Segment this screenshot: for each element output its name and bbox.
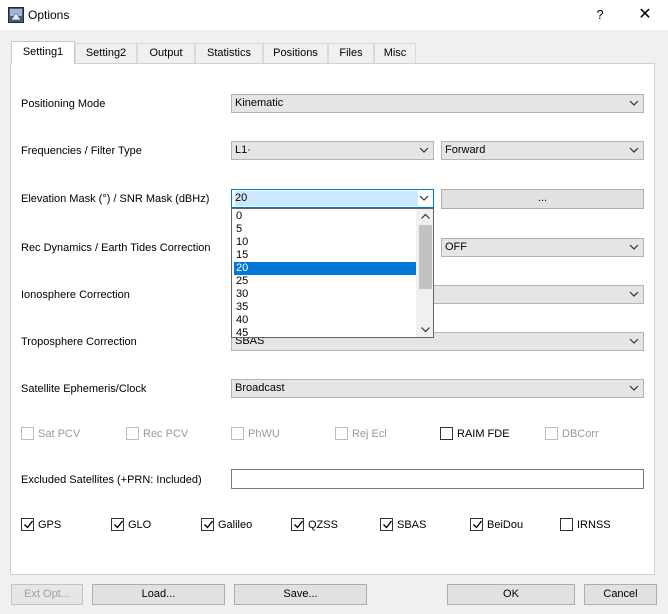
dropdown-scrollbar[interactable] [416, 209, 433, 337]
galileo-checkbox[interactable] [201, 518, 214, 531]
galileo-label: Galileo [218, 519, 253, 531]
excluded-satellites-label: Excluded Satellites (+PRN: Included) [21, 474, 202, 486]
cancel-button[interactable]: Cancel [584, 584, 657, 605]
elevation-option[interactable]: 40 [234, 314, 417, 327]
rec-pcv-label: Rec PCV [143, 428, 189, 440]
chevron-down-icon [629, 291, 639, 297]
elevation-mask-label: Elevation Mask (°) / SNR Mask (dBHz) [21, 193, 210, 205]
chevron-down-icon [629, 244, 639, 250]
dbcorr-checkbox[interactable] [545, 427, 558, 440]
positioning-mode-label: Positioning Mode [21, 98, 106, 110]
elevation-option[interactable]: 35 [234, 301, 417, 314]
qzss-checkbox[interactable] [291, 518, 304, 531]
checkmark-icon [473, 520, 483, 529]
chevron-down-icon[interactable] [420, 325, 431, 334]
title-bar [0, 0, 668, 30]
beidou-label: BeiDou [487, 519, 524, 531]
beidou-checkbox[interactable] [470, 518, 483, 531]
ephemeris-label: Satellite Ephemeris/Clock [21, 383, 147, 395]
checkmark-icon [24, 520, 34, 529]
gps-label: GPS [38, 519, 62, 531]
tab-setting2[interactable]: Setting2 [75, 43, 137, 63]
tab-setting1[interactable]: Setting1 [11, 41, 75, 64]
elevation-mask-value: 20 [235, 191, 418, 206]
tab-files[interactable]: Files [328, 43, 374, 63]
elevation-option[interactable]: 5 [234, 223, 417, 236]
checkmark-icon [294, 520, 304, 529]
sbas-label: SBAS [397, 519, 427, 531]
troposphere-label: Troposphere Correction [21, 336, 137, 348]
tab-statistics[interactable]: Statistics [195, 43, 263, 63]
dbcorr-label: DBCorr [562, 428, 599, 440]
raim-fde-checkbox[interactable] [440, 427, 453, 440]
window-title: Options [28, 8, 70, 22]
help-button[interactable]: ? [587, 4, 613, 26]
ephemeris-value: Broadcast [235, 382, 285, 394]
earth-tides-select[interactable]: OFF [441, 238, 644, 257]
elevation-option[interactable]: 25 [234, 275, 417, 288]
scrollbar-thumb[interactable] [419, 225, 432, 289]
tab-positions[interactable]: Positions [263, 43, 328, 63]
irnss-checkbox[interactable] [560, 518, 573, 531]
filter-type-value: Forward [445, 144, 486, 156]
ok-button[interactable]: OK [447, 584, 575, 605]
elevation-dropdown-list[interactable]: 0 5 10 15 20 25 30 35 40 45 [231, 208, 434, 340]
sbas-checkbox[interactable] [380, 518, 393, 531]
phwu-label: PhWU [248, 428, 280, 440]
chevron-down-icon [629, 385, 639, 391]
sat-pcv-checkbox[interactable] [21, 427, 34, 440]
glo-checkbox[interactable] [111, 518, 124, 531]
snr-mask-button[interactable]: ... [441, 189, 644, 209]
chevron-down-icon [419, 195, 429, 201]
chevron-down-icon [629, 338, 639, 344]
frequencies-select[interactable]: L1· [231, 141, 434, 160]
chevron-down-icon [629, 147, 639, 153]
raim-fde-label: RAIM FDE [457, 428, 510, 440]
ephemeris-select[interactable]: Broadcast [231, 379, 644, 398]
elevation-option[interactable]: 10 [234, 236, 417, 249]
excluded-satellites-input[interactable] [231, 469, 644, 489]
filter-type-select[interactable]: Forward [441, 141, 644, 160]
sat-pcv-label: Sat PCV [38, 428, 81, 440]
elevation-option[interactable]: 30 [234, 288, 417, 301]
ext-opt-button[interactable]: Ext Opt... [11, 584, 83, 605]
frequencies-label: Frequencies / Filter Type [21, 145, 142, 157]
chevron-down-icon [629, 100, 639, 106]
elevation-mask-select[interactable]: 20 [231, 189, 434, 208]
positioning-mode-select[interactable]: Kinematic [231, 94, 644, 113]
load-button[interactable]: Load... [92, 584, 225, 605]
gps-checkbox[interactable] [21, 518, 34, 531]
rec-pcv-checkbox[interactable] [126, 427, 139, 440]
checkmark-icon [204, 520, 214, 529]
frequencies-value: L1· [235, 144, 251, 156]
positioning-mode-value: Kinematic [235, 97, 284, 109]
elevation-option[interactable]: 15 [234, 249, 417, 262]
rej-ecl-checkbox[interactable] [335, 427, 348, 440]
qzss-label: QZSS [308, 519, 338, 531]
checkmark-icon [383, 520, 393, 529]
checkmark-icon [114, 520, 124, 529]
earth-tides-value: OFF [445, 241, 467, 253]
ionosphere-label: Ionosphere Correction [21, 289, 130, 301]
close-button[interactable]: ✕ [630, 4, 660, 26]
app-icon [8, 7, 24, 23]
save-button[interactable]: Save... [234, 584, 367, 605]
elevation-option[interactable]: 45 [234, 327, 417, 340]
phwu-checkbox[interactable] [231, 427, 244, 440]
chevron-down-icon [419, 147, 429, 153]
irnss-label: IRNSS [577, 519, 611, 531]
tab-misc[interactable]: Misc [374, 43, 416, 63]
glo-label: GLO [128, 519, 152, 531]
rej-ecl-label: Rej Ecl [352, 428, 387, 440]
rec-dynamics-label: Rec Dynamics / Earth Tides Correction [21, 242, 211, 254]
tab-output[interactable]: Output [137, 43, 195, 63]
chevron-up-icon[interactable] [420, 212, 431, 221]
elevation-option[interactable]: 0 [234, 210, 417, 223]
elevation-option-selected[interactable]: 20 [234, 262, 417, 275]
